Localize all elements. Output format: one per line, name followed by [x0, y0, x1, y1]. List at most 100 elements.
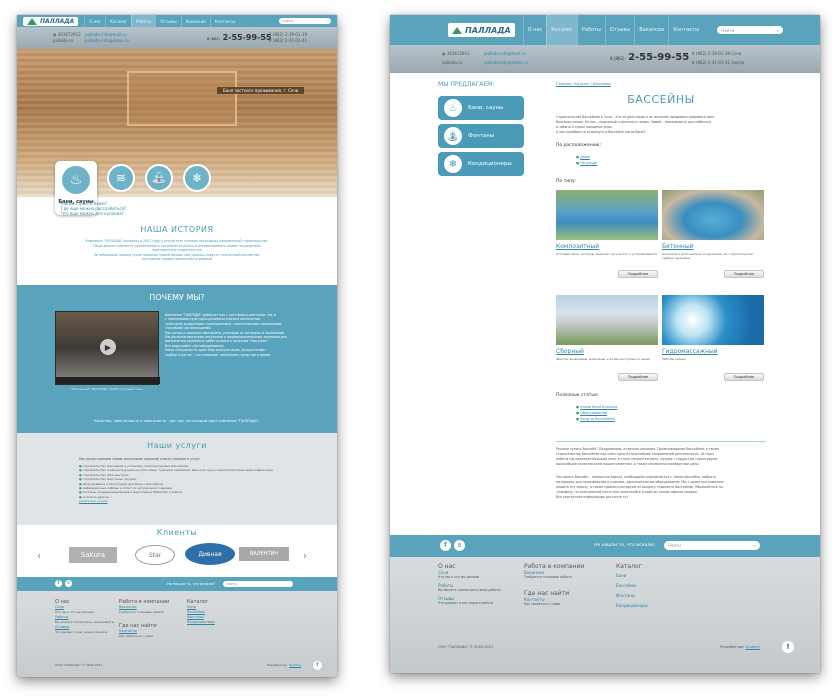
articles-title: Полезные статьи: [556, 393, 599, 398]
video-caption: Фонтанный "ПАЛЛАДА" любит крупный план [71, 387, 143, 391]
scroll-top-icon[interactable]: ⇑ [782, 641, 794, 653]
nav-item-reviews[interactable]: Отзывы [604, 15, 634, 45]
sauna-photo-detail [127, 71, 237, 126]
skype-name: pallada.ru [442, 60, 463, 65]
search-icon[interactable]: ⌕ [326, 19, 328, 23]
next-arrow-icon[interactable]: › [303, 551, 307, 562]
scroll-top-icon[interactable]: ⇑ [313, 661, 322, 670]
why-us-section: ПОЧЕМУ МЫ? ▶ Фонтанный "ПАЛЛАДА" любит к… [17, 285, 337, 433]
sidebar: МЫ ПРЕДЛАГАЕМ: ♨ Бани, сауны ⛲ Фонтаны ❄ Ко… [438, 81, 524, 176]
hero-slider: Баня частного проживания, г. Сочи ♨ Бани… [17, 49, 337, 215]
services-title: Наши услуги [147, 441, 207, 450]
pool-image-hydromassage[interactable] [662, 295, 764, 345]
footer-search-bar: f в Не нашли то, что искали? Найти [17, 577, 337, 591]
intro-text: Строительство бассейнов в Сочи – это не … [556, 115, 715, 134]
more-button[interactable]: Подробнее [618, 270, 658, 278]
prev-arrow-icon[interactable]: ‹ [37, 551, 41, 562]
services-list: Мы предоставляем своим заказчикам широки… [79, 457, 319, 504]
nav-item-about[interactable]: О нас [522, 15, 547, 45]
video-controls[interactable] [56, 377, 160, 384]
client-logo[interactable]: ВАЛЕНТИН [239, 547, 289, 561]
footer-col-jobs: Работа в компании Вакансии Требуются тол… [524, 563, 585, 606]
footer-search-label: Не нашли то, что искали? [594, 543, 656, 548]
facebook-icon[interactable]: f [55, 580, 62, 587]
nav-item-vacancies[interactable]: Вакансии [634, 15, 668, 45]
main-nav: О нас Каталог Работы Отзывы Вакансии Кон… [522, 15, 703, 45]
more-button[interactable]: Подробнее [724, 270, 764, 278]
divider [556, 441, 766, 442]
search-input[interactable]: Найти ⌕ [279, 18, 331, 24]
pool-type-link[interactable]: Бетонный [662, 243, 693, 250]
search-icon[interactable]: ⌕ [754, 543, 756, 548]
email-link-2[interactable]: pallada-info@inbox.ru [484, 60, 528, 65]
nav-item-works[interactable]: Работы [576, 15, 605, 45]
footer-col-jobs: Работа в компании Вакансии Требуются тол… [119, 599, 170, 638]
site-logo[interactable]: ПАЛЛАДА [448, 23, 515, 37]
client-logo[interactable]: Дивная [185, 543, 235, 565]
nav-item-catalog[interactable]: Каталог [546, 15, 577, 45]
facebook-icon[interactable]: f [440, 540, 451, 551]
articles-list: Какая баня отделка Оборудование Уход за … [576, 404, 617, 422]
pool-type-desc: (Сложное и долговечное сооружение, его с… [662, 252, 754, 260]
sauna-icon: ♨ [60, 164, 92, 196]
nav-item-contacts[interactable]: Контакты [668, 15, 703, 45]
pool-image-prefab[interactable] [556, 295, 658, 345]
nav-item-about[interactable]: О нас [84, 15, 105, 27]
pool-type-desc: (Готовая чаша, которую привозят на участ… [556, 252, 658, 256]
footer-col-about: О нас Сочи Кто мы и что мы делаем Работы… [55, 599, 115, 634]
phone-adler: 8 (862) 2-41-01-41 Адлер [692, 60, 745, 65]
client-logo[interactable]: Sakura [69, 547, 117, 563]
vk-icon[interactable]: в [454, 540, 465, 551]
why-footer: Качество, практичность и надежность - во… [94, 419, 260, 423]
site-logo[interactable]: ПАЛЛАДА [23, 16, 79, 26]
nav-item-catalog[interactable]: Каталог [104, 15, 131, 27]
card-link[interactable]: Что еще можно для купания? [61, 211, 126, 216]
sidebar-item-aircon[interactable]: ❄ Кондиционеры [438, 152, 524, 176]
footer-search-label: Не нашли то, что искали? [167, 582, 215, 586]
pool-type-link[interactable]: Гидромассажный [662, 348, 718, 355]
more-button[interactable]: Подробнее [618, 373, 658, 381]
pool-image-concrete[interactable] [662, 190, 764, 240]
pool-circle-icon[interactable]: ≋ [107, 164, 135, 192]
main-phone: 8 (862) 2-55-99-55 [207, 33, 272, 42]
home-page-preview: ПАЛЛАДА О нас Каталог Работы Отзывы Вака… [17, 15, 337, 677]
list-item[interactable]: Уход за бассейном [576, 416, 617, 422]
play-icon[interactable]: ▶ [100, 339, 116, 355]
nav-item-reviews[interactable]: Отзывы [155, 15, 180, 27]
sidebar-item-sauna[interactable]: ♨ Бани, сауны [438, 96, 524, 120]
footer-search-input[interactable]: Найти ⌕ [664, 541, 760, 550]
pool-type-desc: (Быстро возводимы, мобильны, и более дос… [556, 357, 650, 361]
top-navbar: ПАЛЛАДА О нас Каталог Работы Отзывы Вака… [390, 15, 820, 45]
contacts-bar: ● 361672913 pallada.ru pallada-info@mail… [390, 45, 820, 73]
nav-item-works[interactable]: Работы [131, 15, 156, 27]
pools-page-preview: ПАЛЛАДА О нас Каталог Работы Отзывы Вака… [390, 15, 820, 673]
search-input[interactable]: Найти ⌕ [717, 26, 784, 34]
list-item[interactable]: На улице [576, 160, 597, 166]
nav-item-contacts[interactable]: Контакты [209, 15, 240, 27]
pool-type-link[interactable]: Сборный [556, 348, 584, 355]
card-links: Какую строить баню? Где еще можно рассла… [61, 201, 126, 216]
email-link-1[interactable]: pallada-info@mail.ru [85, 32, 127, 37]
sauna-icon: ♨ [444, 99, 462, 117]
developer-credit: Разработчик: Grubmy [720, 645, 760, 649]
video-player[interactable]: ▶ [55, 311, 160, 385]
pool-image-composite[interactable] [556, 190, 658, 240]
services-more-link[interactable]: узнать все услуги [79, 499, 319, 504]
nav-item-vacancies[interactable]: Вакансии [180, 15, 210, 27]
vk-icon[interactable]: в [65, 580, 72, 587]
client-logo[interactable]: Star [135, 545, 175, 565]
email-link-2[interactable]: pallada-info@inbox.ru [85, 38, 129, 43]
footer-search-input[interactable]: Найти [223, 581, 293, 587]
fountain-circle-icon[interactable]: ⛲ [145, 164, 173, 192]
type-title: По типу: [556, 179, 577, 184]
page-title: БАССЕЙНЫ [627, 93, 695, 106]
pool-type-link[interactable]: Композитный [556, 243, 599, 250]
clients-section: Клиенты ‹ Sakura Star Дивная ВАЛЕНТИН › [17, 525, 337, 577]
sidebar-item-fountains[interactable]: ⛲ Фонтаны [438, 124, 524, 148]
aircon-icon: ❄ [444, 155, 462, 173]
aircon-circle-icon[interactable]: ❄ [183, 164, 211, 192]
email-link-1[interactable]: pallada-info@mail.ru [484, 51, 526, 56]
more-button[interactable]: Подробнее [724, 373, 764, 381]
search-icon[interactable]: ⌕ [777, 28, 779, 33]
breadcrumb[interactable]: Главная / Каталог / Бассейны [556, 82, 611, 87]
